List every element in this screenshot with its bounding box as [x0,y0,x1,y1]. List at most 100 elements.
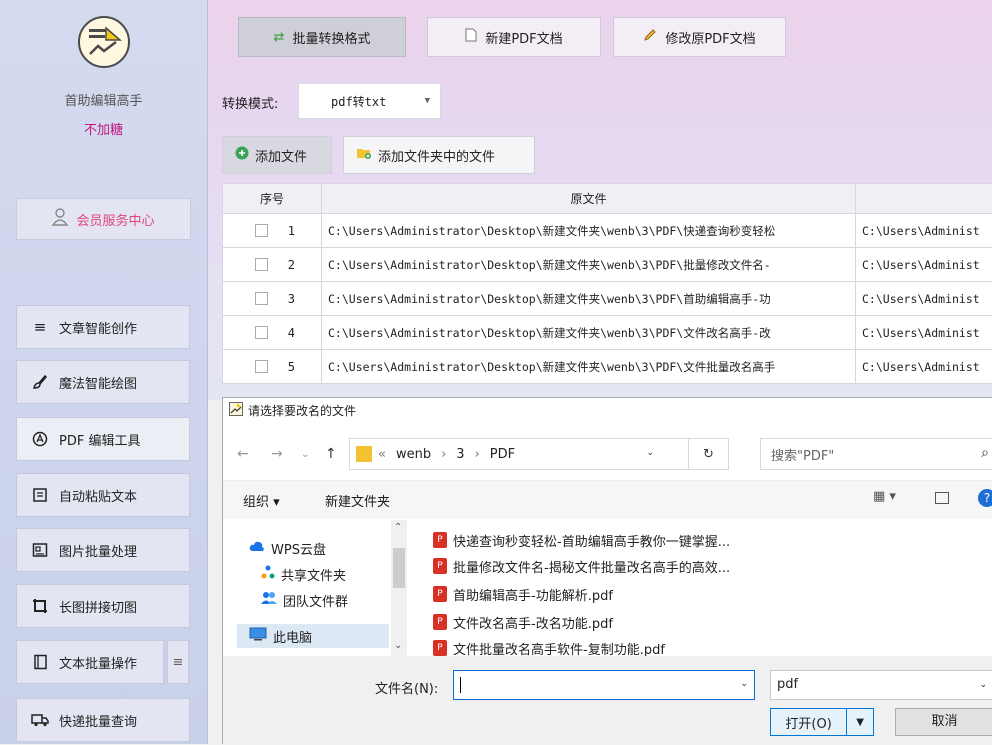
cancel-button[interactable]: 取消 [895,708,992,736]
sidebar-item-text-batch[interactable]: 文本批量操作 [16,640,164,684]
breadcrumb-3[interactable]: 3 [456,447,464,462]
breadcrumb-wenb[interactable]: wenb [396,447,431,462]
menu-lines-icon: ≡ [31,318,49,336]
up-arrow-icon[interactable]: ↑ [325,446,337,462]
chevron-down-icon[interactable]: ⌄ [740,679,748,689]
list-item[interactable]: P首助编辑高手-功能解析.pdf [433,582,613,606]
row-checkbox[interactable] [255,360,268,373]
add-circle-icon [235,146,249,164]
row-source-path: C:\Users\Administrator\Desktop\新建文件夹\wen… [322,248,856,282]
open-split-dropdown-icon[interactable]: ▼ [846,709,873,735]
tab-edit-pdf[interactable]: 修改原PDF文档 [613,17,786,57]
crop-icon [31,597,49,615]
chevron-down-icon[interactable]: ⌄ [646,448,654,458]
sidebar-item-label: 长图拼接切图 [59,597,137,616]
list-item[interactable]: P文件批量改名高手软件-复制功能.pdf [433,636,665,656]
scroll-up-icon[interactable]: ⌃ [394,522,402,533]
refresh-button[interactable]: ↻ [689,438,729,470]
team-icon [261,591,277,609]
tree-item-shared-folder[interactable]: 共享文件夹 [237,562,389,586]
sidebar-item-crop[interactable]: 长图拼接切图 [16,584,190,628]
new-folder-button[interactable]: 新建文件夹 [325,491,390,510]
tree-item-label: 此电脑 [273,627,312,646]
list-item[interactable]: P文件改名高手-改名功能.pdf [433,610,613,634]
filename-input[interactable]: ⌄ [453,670,755,700]
back-arrow-icon[interactable]: ← [237,446,249,462]
pdf-file-icon: P [433,586,447,602]
table-row[interactable]: 5 C:\Users\Administrator\Desktop\新建文件夹\w… [223,350,992,384]
add-folder-button[interactable]: 添加文件夹中的文件 [343,136,535,174]
filetype-select[interactable]: pdf ⌄ [770,670,992,700]
tree-item-this-pc[interactable]: 此电脑 [237,624,389,648]
document-icon [465,28,477,46]
tab-batch-convert[interactable]: ⇄ 批量转换格式 [238,17,406,57]
sidebar-item-article[interactable]: ≡ 文章智能创作 [16,305,190,349]
address-bar[interactable]: « wenb › 3 › PDF ⌄ [349,438,689,470]
member-center-button[interactable]: 会员服务中心 [16,198,191,240]
row-checkbox[interactable] [255,224,268,237]
sidebar-item-image[interactable]: 图片批量处理 [16,528,190,572]
row-checkbox[interactable] [255,326,268,339]
table-row[interactable]: 3 C:\Users\Administrator\Desktop\新建文件夹\w… [223,282,992,316]
scroll-down-icon[interactable]: ⌄ [394,640,402,651]
breadcrumb-separator-icon: › [475,447,480,462]
breadcrumb-separator-icon: › [441,447,446,462]
sidebar-item-label: 文本批量操作 [59,653,137,672]
row-checkbox[interactable] [255,258,268,271]
pdf-tool-icon [31,430,49,448]
row-source-path: C:\Users\Administrator\Desktop\新建文件夹\wen… [322,214,856,248]
preview-pane-icon[interactable] [935,492,949,504]
tree-scrollbar[interactable]: ⌃ ⌄ [391,520,407,656]
table-row[interactable]: 1 C:\Users\Administrator\Desktop\新建文件夹\w… [223,214,992,248]
table-row[interactable]: 4 C:\Users\Administrator\Desktop\新建文件夹\w… [223,316,992,350]
breadcrumb-pdf[interactable]: PDF [490,447,515,462]
brush-icon [31,373,49,391]
sidebar-item-label: PDF 编辑工具 [59,430,140,449]
user-icon [52,208,68,230]
chevron-down-icon: ▼ [425,96,430,106]
help-icon[interactable]: ? [978,489,992,507]
sidebar-item-pdf-tool[interactable]: PDF 编辑工具 [16,417,190,461]
filename-label: 文件名(N): [375,678,438,697]
open-file-dialog: 请选择要改名的文件 ← → ⌄ ↑ « wenb › 3 › PDF ⌄ ↻ 搜… [222,397,992,744]
file-list: P快递查询秒变轻松-首助编辑高手教你一键掌握... P批量修改文件名-揭秘文件批… [433,524,992,656]
refresh-icon: ↻ [703,447,714,462]
filetype-value: pdf [777,677,798,692]
add-file-button[interactable]: 添加文件 [222,136,332,174]
forward-arrow-icon[interactable]: → [271,446,283,462]
truck-icon [31,711,49,729]
row-source-path: C:\Users\Administrator\Desktop\新建文件夹\wen… [322,350,856,384]
tab-new-pdf[interactable]: 新建PDF文档 [427,17,601,57]
search-input[interactable]: 搜索"PDF" ⌕ [760,438,992,470]
pdf-file-icon: P [433,640,447,656]
sidebar-item-express[interactable]: 快递批量查询 [16,698,190,742]
sidebar-item-label: 自动粘贴文本 [59,486,137,505]
recent-chevron-icon[interactable]: ⌄ [301,449,309,460]
sidebar-item-paste[interactable]: 自动粘贴文本 [16,473,190,517]
sidebar-item-drawing[interactable]: 魔法智能绘图 [16,360,190,404]
open-button-label: 打开(O) [771,713,846,732]
list-item[interactable]: P快递查询秒变轻松-首助编辑高手教你一键掌握... [433,528,730,552]
row-output-path: C:\Users\Administ [856,350,992,384]
convert-mode-select[interactable]: pdf转txt ▼ [298,83,441,119]
tree-item-team-group[interactable]: 团队文件群 [237,588,389,612]
app-logo-icon [78,16,130,68]
sidebar-expand-button[interactable]: ≡ [167,640,189,684]
paste-icon [31,486,49,504]
dialog-toolbar: 组织 ▾ 新建文件夹 ▦ ▾ ? [223,480,992,518]
tree-item-wps-cloud[interactable]: WPS云盘 [237,536,389,560]
row-checkbox[interactable] [255,292,268,305]
list-item[interactable]: P批量修改文件名-揭秘文件批量改名高手的高效... [433,554,730,578]
table-row[interactable]: 2 C:\Users\Administrator\Desktop\新建文件夹\w… [223,248,992,282]
tab-label: 修改原PDF文档 [665,28,755,47]
scrollbar-thumb[interactable] [393,548,405,588]
sidebar-item-label: 图片批量处理 [59,541,137,560]
folder-add-icon [356,146,372,164]
sidebar-item-label: 文章智能创作 [59,318,137,337]
open-button[interactable]: 打开(O) ▼ [770,708,874,736]
dialog-navbar: ← → ⌄ ↑ « wenb › 3 › PDF ⌄ ↻ 搜索"PDF" ⌕ [223,432,992,474]
organize-button[interactable]: 组织 ▾ [243,491,280,510]
convert-arrows-icon: ⇄ [274,30,285,45]
view-options-icon[interactable]: ▦ ▾ [873,489,896,504]
hamburger-icon: ≡ [173,655,184,670]
